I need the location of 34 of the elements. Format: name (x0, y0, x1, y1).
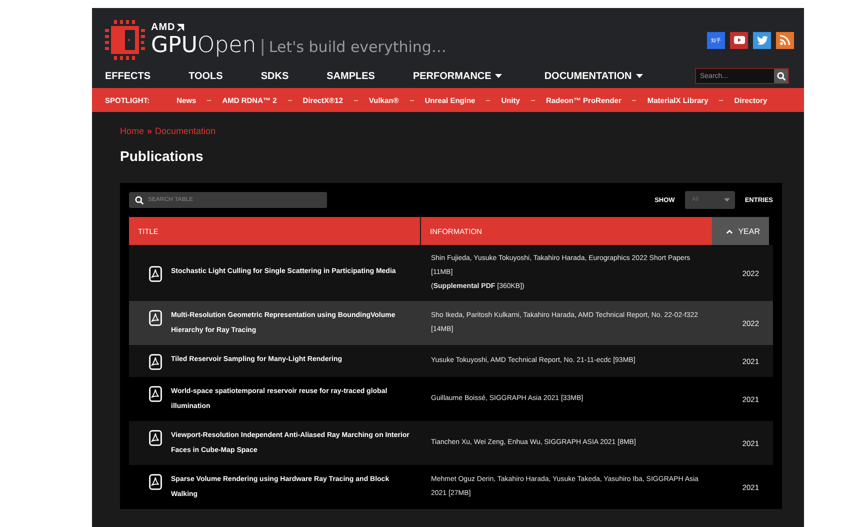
bird-icon (756, 36, 768, 44)
breadcrumb-link[interactable]: Home (120, 126, 144, 136)
chip-logo-icon[interactable] (105, 20, 145, 60)
column-header[interactable]: YEAR (712, 217, 769, 245)
twitter-link[interactable] (753, 32, 771, 48)
pdf-file-icon[interactable] (149, 266, 162, 282)
rss-icon (780, 35, 790, 45)
nav-link[interactable]: PERFORMANCE (412, 70, 502, 82)
caret-icon (636, 74, 643, 78)
nav-link[interactable]: DOCUMENTATION (544, 70, 643, 82)
pdf-file-icon[interactable] (149, 386, 162, 402)
nav-link[interactable]: TOOLS (188, 70, 223, 82)
breadcrumb-separator: » (147, 126, 152, 136)
amd-logo-text: AMD (151, 22, 176, 33)
pdf-file-icon[interactable] (149, 474, 162, 490)
nav-link[interactable]: SDKS (260, 70, 289, 82)
caret-icon (724, 198, 730, 202)
nav-link[interactable]: SAMPLES (326, 70, 375, 82)
caret-icon (495, 74, 502, 78)
page-title: Publications (120, 148, 204, 164)
pdf-file-icon[interactable] (149, 354, 162, 370)
arrow-logo-icon (176, 23, 186, 32)
play-icon (734, 36, 744, 44)
pdf-file-icon[interactable] (149, 430, 162, 446)
nav-link[interactable]: EFFECTS (105, 70, 151, 82)
breadcrumb-link[interactable]: Documentation (155, 126, 216, 136)
brand-name[interactable]: GPUOpen (151, 33, 256, 58)
youtube-link[interactable] (730, 32, 748, 48)
tagline: Let's build everything… (268, 38, 446, 56)
search-icon (135, 196, 144, 205)
brand-separator: | (260, 36, 265, 57)
pdf-file-icon[interactable] (149, 310, 162, 326)
rss-link[interactable] (776, 32, 794, 48)
sort-up-icon (726, 228, 734, 234)
